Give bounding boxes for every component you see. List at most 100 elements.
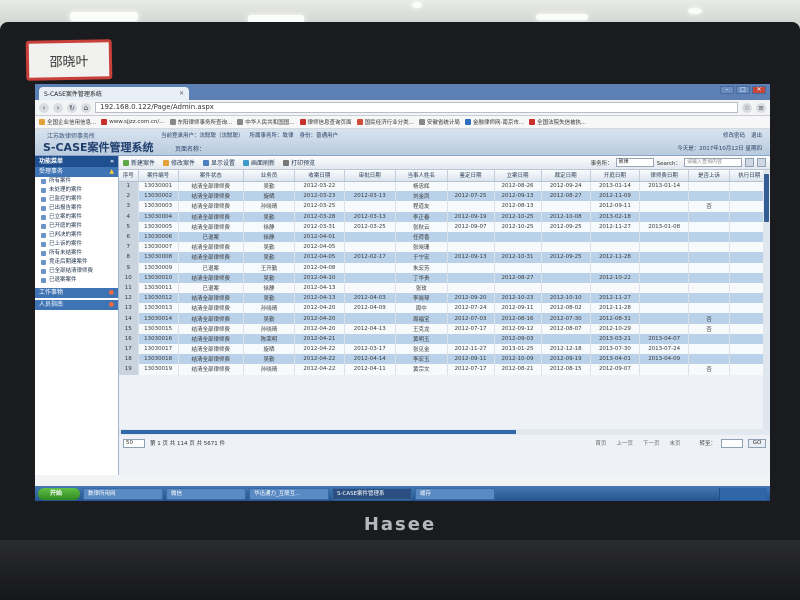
first-page-link[interactable]: 首页 bbox=[595, 439, 606, 447]
start-button[interactable]: 开始 bbox=[38, 487, 80, 500]
table-row[interactable]: 8 13030008 结清全部律师费 吴勤 2012-04-05 2012-02-17 于宁… bbox=[119, 252, 770, 263]
maximize-button[interactable]: □ bbox=[736, 86, 750, 94]
column-header[interactable]: 序号 bbox=[119, 170, 139, 182]
sidebar-item[interactable]: 所有未结案件 bbox=[35, 249, 118, 258]
change-password-link[interactable]: 修改密码 bbox=[723, 131, 745, 139]
bookmark[interactable]: 国民经济行业分类... bbox=[356, 118, 414, 126]
scroll-thumb[interactable] bbox=[764, 174, 769, 222]
logout-link[interactable]: 退出 bbox=[751, 131, 762, 139]
column-header[interactable]: 鉴定日期 bbox=[447, 170, 495, 182]
column-header[interactable]: 审批日期 bbox=[344, 170, 397, 182]
table-row[interactable]: 18 13030018 结清全部律师费 吴勤 2012-04-22 2012-04-14 李… bbox=[119, 354, 770, 365]
sidebar-item[interactable]: 所有案件 bbox=[35, 177, 118, 186]
back-icon[interactable]: ‹ bbox=[39, 102, 49, 113]
column-header[interactable]: 收案日期 bbox=[294, 170, 345, 182]
column-header[interactable]: 裁定日期 bbox=[541, 170, 591, 182]
table-row[interactable]: 3 13030003 结清全部律师费 孙晓晴 2012-03-25 程道友 2012-08-… bbox=[119, 201, 770, 212]
sidebar-section[interactable]: 人员指南 ● bbox=[35, 300, 118, 310]
table-row[interactable]: 10 13030010 结清全部律师费 吴勤 2012-04-10 丁华贵 2012-08-… bbox=[119, 272, 770, 283]
table-row[interactable]: 17 13030017 结清全部律师费 旋晒 2012-04-22 2012-03-17 张… bbox=[119, 344, 770, 355]
menu-icon[interactable]: ≡ bbox=[756, 102, 766, 113]
column-header[interactable]: 立案日期 bbox=[494, 170, 542, 182]
star-icon[interactable]: ☆ bbox=[742, 102, 752, 113]
edit-case-button[interactable]: 修改案件 bbox=[163, 158, 195, 167]
sidebar-item[interactable]: 已立案的案件 bbox=[35, 213, 118, 222]
scroll-thumb[interactable] bbox=[121, 430, 516, 434]
display-settings-button[interactable]: 显示设置 bbox=[203, 158, 235, 167]
toolbar: 新建案件 修改案件 显示设置 画面刷新 打印预览 事务所： 致律 Search：… bbox=[119, 156, 770, 170]
prev-page-link[interactable]: 上一页 bbox=[616, 439, 633, 447]
vertical-scrollbar[interactable] bbox=[763, 170, 770, 430]
sidebar-item[interactable]: 已上诉的案件 bbox=[35, 240, 118, 249]
print-preview-button[interactable]: 打印预览 bbox=[283, 158, 315, 167]
horizontal-scrollbar[interactable] bbox=[119, 429, 770, 435]
column-header[interactable]: 案件状态 bbox=[178, 170, 244, 182]
home-icon[interactable]: ⌂ bbox=[81, 102, 91, 113]
search-input[interactable]: 请输入查询内容 bbox=[684, 158, 742, 167]
column-header[interactable]: 案件编号 bbox=[138, 170, 179, 182]
close-icon[interactable]: ✕ bbox=[179, 90, 184, 97]
table-row[interactable]: 7 13030007 结清全部律师费 吴勤 2012-04-05 张晓珊 bbox=[119, 242, 770, 253]
taskbar-item[interactable]: 缓存 bbox=[415, 487, 495, 500]
table-cell: 吴勤 bbox=[243, 242, 296, 253]
goto-input[interactable] bbox=[721, 438, 743, 448]
taskbar-item[interactable]: S-CASE案件管理系 bbox=[332, 487, 412, 500]
sidebar-section[interactable]: 工作事物 ● bbox=[35, 288, 118, 298]
sidebar-item[interactable]: 未处理的案件 bbox=[35, 186, 118, 195]
bookmark[interactable]: 全国法院失信被执... bbox=[529, 118, 586, 126]
column-header[interactable]: 业务员 bbox=[243, 170, 296, 182]
table-row[interactable]: 5 13030005 结清全部律师费 徐静 2012-03-31 2012-03-25 张秋… bbox=[119, 221, 770, 232]
bookmark[interactable]: 律师信息查询页面 bbox=[299, 118, 352, 126]
sidebar-item[interactable]: 已全部结清律师费 bbox=[35, 267, 118, 276]
table-row[interactable]: 19 13030019 结清全部律师费 孙晓晴 2012-04-22 2012-04-11… bbox=[119, 364, 770, 375]
table-row[interactable]: 9 13030009 已退案 王开勤 2012-04-08 朱宏芳 bbox=[119, 262, 770, 273]
bookmark[interactable]: 东阳律师事务所查询... bbox=[169, 118, 232, 126]
table-row[interactable]: 12 13030012 结清全部律师费 吴勤 2012-04-13 2012-04-03 李… bbox=[119, 293, 770, 304]
taskbar-item[interactable]: 数律所用网 bbox=[83, 487, 163, 500]
table-row[interactable]: 15 13030015 结清全部律师费 孙晓晴 2012-04-20 2012-04-13… bbox=[119, 323, 770, 334]
export-icon[interactable] bbox=[757, 158, 766, 167]
sidebar-section[interactable]: 受理事务 ▲ bbox=[35, 167, 118, 177]
bookmark[interactable]: 金融律师网-南京市... bbox=[464, 118, 524, 126]
column-header[interactable]: 当事人姓名 bbox=[395, 170, 448, 182]
bookmark[interactable]: 中华人民共和国国... bbox=[237, 118, 295, 126]
sidebar-item[interactable]: 竞走后期建案件 bbox=[35, 258, 118, 267]
column-header[interactable]: 开庭日期 bbox=[590, 170, 641, 182]
sidebar-item[interactable]: 已开庭的案件 bbox=[35, 222, 118, 231]
firm-select[interactable]: 致律 bbox=[615, 158, 654, 167]
last-page-link[interactable]: 末页 bbox=[669, 439, 680, 447]
page-size-select[interactable]: 50 bbox=[123, 438, 145, 448]
search-icon[interactable] bbox=[745, 158, 754, 167]
table-row[interactable]: 13 13030013 结清全部律师费 孙晓晴 2012-04-20 2012-04-09… bbox=[119, 303, 770, 314]
go-button[interactable]: GO bbox=[748, 438, 766, 448]
browser-tab[interactable]: S-CASE案件管理系统 ✕ bbox=[39, 87, 189, 100]
minimize-button[interactable]: – bbox=[720, 86, 734, 94]
next-page-link[interactable]: 下一页 bbox=[643, 439, 660, 447]
sidebar-item[interactable]: 已判决的案件 bbox=[35, 231, 118, 240]
table-row[interactable]: 1 13030001 结清全部律师费 吴勤 2012-03-22 杨忠辉 2012-08-2… bbox=[119, 181, 770, 192]
reload-icon[interactable]: ↻ bbox=[67, 102, 77, 113]
sidebar-item[interactable]: 已退案案件 bbox=[35, 276, 118, 285]
close-window-button[interactable]: ✕ bbox=[752, 86, 766, 94]
column-header[interactable]: 律师费日期 bbox=[639, 170, 690, 182]
column-header[interactable]: 是否上诉 bbox=[688, 170, 730, 182]
table-cell: 2012-07-30 bbox=[541, 313, 591, 324]
table-cell: 2012-08-13 bbox=[494, 201, 542, 212]
forward-icon[interactable]: › bbox=[53, 102, 63, 113]
table-row[interactable]: 6 13030006 已退案 徐静 2012-04-01 任荷香 bbox=[119, 231, 770, 243]
table-row[interactable]: 11 13030011 已退案 徐静 2012-04-13 张玫 bbox=[119, 282, 770, 294]
url-input[interactable]: 192.168.0.122/Page/Admin.aspx bbox=[95, 102, 738, 113]
new-case-button[interactable]: 新建案件 bbox=[123, 158, 155, 167]
bookmark[interactable]: 全国企业信用信息... bbox=[39, 118, 96, 126]
sidebar-item[interactable]: 已出报告案件 bbox=[35, 204, 118, 213]
taskbar-item[interactable]: 微信 bbox=[166, 487, 246, 500]
taskbar-item[interactable]: 华迅通力_互联互... bbox=[249, 487, 329, 500]
table-row[interactable]: 14 13030014 结清全部律师费 吴勤 2012-04-20 周福宝 2012-07-… bbox=[119, 313, 770, 324]
table-row[interactable]: 4 13030004 结清全部律师费 吴勤 2012-03-28 2012-03-13 李正… bbox=[119, 211, 770, 222]
table-row[interactable]: 16 13030016 结清全部律师费 陈荣明 2012-04-21 黄明玉 2012-09… bbox=[119, 333, 770, 344]
refresh-button[interactable]: 画面刷新 bbox=[243, 158, 275, 167]
table-row[interactable]: 2 13030002 结清全部律师费 旋晒 2012-03-23 2012-03-13 刘金… bbox=[119, 191, 770, 202]
bookmark[interactable]: www.sjjzz.com.cn/... bbox=[101, 119, 165, 125]
sidebar-item[interactable]: 已监控的案件 bbox=[35, 195, 118, 204]
bookmark[interactable]: 安徽省统计局 bbox=[418, 118, 460, 126]
